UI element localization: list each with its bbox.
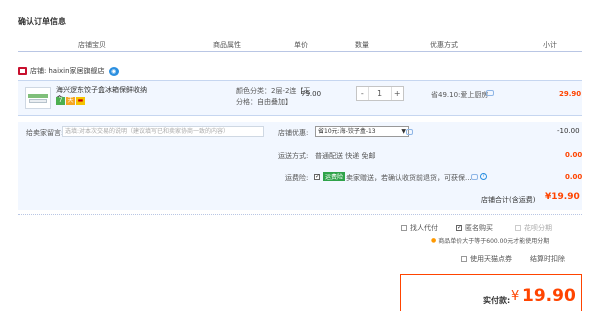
shipping-amount: 0.00 [565,151,583,159]
qty-input[interactable]: 1 [368,87,392,100]
insurance-text: 卖家赠送，若确认收货前退货，可获保... [346,174,472,182]
table-header: 店铺宝贝 商品属性 单价 数量 优惠方式 小计 [18,38,582,52]
qty-plus-button[interactable]: + [392,87,403,100]
coupon-select[interactable]: 省10元:海-饺子盒-13 ▼ [315,126,409,137]
summary-value: 19.90 [522,286,576,306]
summary-label: 实付款: [483,296,511,305]
payment-summary: 实付款: ¥ 19.90 [400,274,582,311]
shop-name-link[interactable]: haixin家居旗舰店 [48,66,104,76]
item-badges: 7 天 ▬ [56,97,85,105]
shipping-label: 运送方式: [278,152,309,160]
shop-total-value: ¥19.90 [545,192,580,202]
tmall-coupon-checkbox[interactable] [461,256,467,262]
insurance-badge: 运费险 [323,172,346,181]
item-thumbnail[interactable] [25,87,51,109]
anonymous-checkbox[interactable] [456,224,462,231]
installment-note: ● 商品单价大于等于600.00元才能使用分期 [431,236,549,245]
installment-label: 花呗分期 [524,224,552,232]
insurance-amount: 0.00 [565,173,583,181]
item-subtotal: 29.90 [559,90,582,98]
shop-total-label: 店铺合计(含运费) [481,196,536,204]
location-pin-icon: ● [431,237,437,244]
coupon-label: 店铺优惠: [278,129,309,137]
shop-label: 店铺: [30,67,47,75]
divider [18,214,582,215]
col-promo: 优惠方式 [430,41,458,49]
pay-points-label: 结算时扣除 [530,255,565,263]
col-item: 店铺宝贝 [78,41,106,49]
proxy-pay-label: 找人代付 [410,224,438,232]
shop-total-row: 店铺合计(含运费) ¥19.90 [18,188,582,210]
badge-card: ▬ [76,97,85,105]
installment-checkbox[interactable] [515,225,521,231]
proxy-pay-option[interactable]: 找人代付 [401,223,438,233]
coupon-value: 省10元:海-饺子盒-13 [318,128,376,135]
installment-option[interactable]: 花呗分期 [515,223,552,233]
proxy-pay-checkbox[interactable] [401,225,407,231]
coupon-amount: -10.00 [557,127,580,135]
summary-currency: ¥ [511,289,520,304]
chat-icon[interactable] [406,129,413,135]
installment-note-text: 商品单价大于等于600.00元才能使用分期 [438,238,550,245]
col-attr: 商品属性 [213,41,241,49]
col-price: 单价 [294,41,308,49]
item-price: 79.00 [301,90,322,98]
tmall-coupon-label: 使用天猫点券 [470,255,512,263]
shipping-value: 普通配送 快递 免邮 [315,152,376,160]
chat-icon[interactable] [471,174,478,180]
badge-7day: 7 [56,97,65,105]
tmall-coupon-option[interactable]: 使用天猫点券 [461,254,512,264]
anonymous-option[interactable]: 匿名购买 [456,223,493,233]
chat-icon[interactable] [486,90,494,96]
shop-bar: 店铺: haixin家居旗舰店 ◉ [18,64,119,78]
qty-minus-button[interactable]: - [357,87,369,100]
anonymous-label: 匿名购买 [465,224,493,232]
quantity-stepper: - 1 + [356,86,404,101]
wangwang-icon[interactable]: ◉ [108,66,119,76]
col-qty: 数量 [355,41,369,49]
insurance-label: 运费险: [285,174,309,182]
page-title: 确认订单信息 [18,17,66,26]
item-promo: 省49.10:爱上厨房 [431,91,489,99]
help-icon[interactable]: ? [480,173,487,180]
col-subtotal: 小计 [543,41,557,49]
shop-icon [18,67,27,75]
message-input[interactable]: 选填:对本次交易的说明（建议填写已和卖家协商一致的内容） [62,126,264,137]
order-item-row: 海兴逻东饺子盒冰箱保鲜收纳盒... 7 天 ▬ 颜色分类：2层-2连【无分格：自… [18,80,582,116]
message-label: 给卖家留言: [26,129,64,137]
badge-tian: 天 [66,97,75,105]
insurance-checkbox[interactable] [314,173,320,180]
